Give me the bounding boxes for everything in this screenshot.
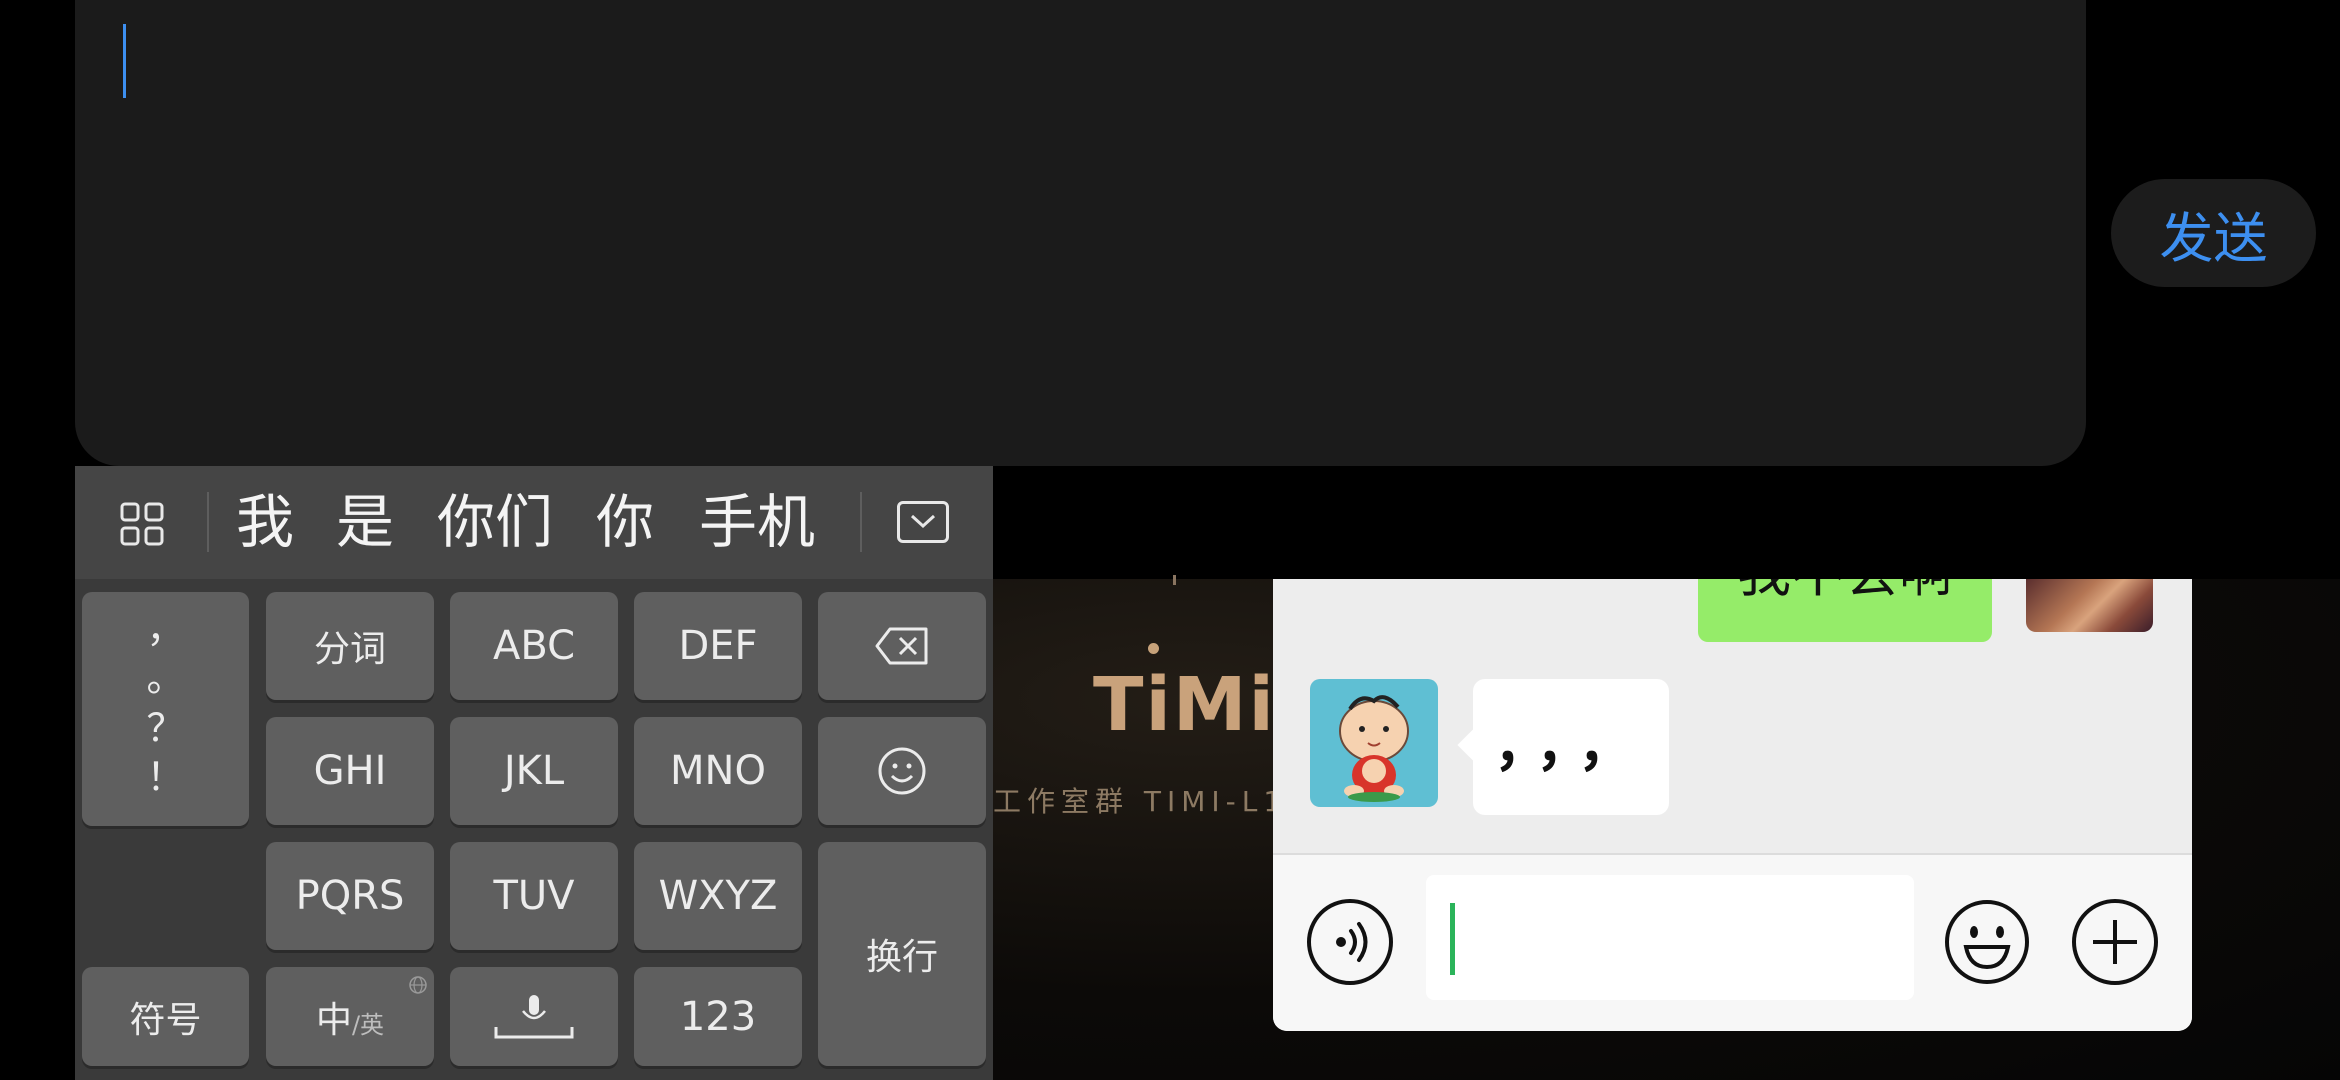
pqrs-key[interactable]: PQRS	[266, 842, 434, 950]
exclamation-char: ！	[146, 755, 185, 800]
candidate-bar: 我 是 你们 你 手机	[75, 466, 993, 579]
wxyz-key[interactable]: WXYZ	[634, 842, 802, 950]
message-input-area[interactable]	[75, 0, 2086, 466]
separator	[860, 492, 862, 552]
question-char: ？	[146, 705, 185, 750]
cartoon-baby-icon	[1339, 695, 1409, 802]
space-voice-key[interactable]	[450, 967, 618, 1066]
keyboard-collapse-icon	[910, 514, 936, 529]
logo-dot	[1148, 643, 1159, 654]
emoji-icon	[878, 747, 926, 795]
studio-subtitle: 工作室群 TIMI-L1	[993, 785, 1283, 818]
own-message-bubble[interactable]: 我不会啊	[1698, 579, 1992, 642]
studio-logo: TiMi	[1093, 662, 1276, 748]
text-caret	[1450, 903, 1455, 975]
smiley-icon	[1945, 900, 2029, 984]
candidate-word[interactable]: 是	[325, 466, 405, 579]
newline-key[interactable]: 换行	[818, 842, 986, 1066]
fenci-key[interactable]: 分词	[266, 592, 434, 700]
candidate-word[interactable]: 你们	[430, 466, 560, 579]
peer-message-bubble[interactable]: ，，，	[1473, 679, 1669, 815]
punctuation-key[interactable]: ， 。 ？ ！	[82, 592, 249, 826]
voice-icon	[1336, 922, 1368, 962]
plus-button[interactable]	[2072, 899, 2158, 985]
backspace-key[interactable]	[818, 592, 986, 700]
lang-alt-label: /英	[351, 1011, 385, 1039]
ghi-key[interactable]: GHI	[266, 717, 434, 825]
text-caret	[123, 24, 126, 98]
peer-avatar[interactable]	[1310, 679, 1438, 807]
period-char: 。	[146, 656, 185, 701]
lang-main-label: 中	[315, 999, 352, 1041]
peer-message-text: ，，，	[1494, 714, 1648, 779]
language-switch-key[interactable]: 中/英	[266, 967, 434, 1066]
keyboard: 我 是 你们 你 手机 ， 。 ？ ！ 符号 分词 ABC DEF GHI JK…	[75, 466, 993, 1080]
def-key[interactable]: DEF	[634, 592, 802, 700]
emoji-button[interactable]	[1944, 899, 2030, 985]
own-message-text: 我不会啊	[1698, 579, 1992, 613]
mno-key[interactable]: MNO	[634, 717, 802, 825]
keyboard-menu-button[interactable]	[119, 501, 165, 547]
chat-input-bar	[1273, 855, 2192, 1031]
candidate-word[interactable]: 你	[585, 466, 665, 579]
microphone-icon	[494, 994, 574, 1038]
emoji-key[interactable]	[818, 717, 986, 825]
candidate-word[interactable]: 我	[225, 466, 305, 579]
background-top-strip	[993, 466, 2340, 579]
own-avatar[interactable]	[2026, 579, 2153, 632]
comma-char: ，	[146, 606, 185, 651]
globe-icon	[409, 976, 427, 994]
candidate-word[interactable]: 手机	[692, 466, 822, 579]
numbers-key[interactable]: 123	[634, 967, 802, 1066]
symbols-key[interactable]: 符号	[82, 967, 249, 1066]
send-button[interactable]: 发送	[2111, 179, 2316, 287]
abc-key[interactable]: ABC	[450, 592, 618, 700]
jkl-key[interactable]: JKL	[450, 717, 618, 825]
plus-icon	[2093, 920, 2137, 964]
keyboard-collapse-button[interactable]	[897, 501, 949, 543]
grid-icon	[120, 502, 164, 546]
logo-mark	[1173, 575, 1176, 585]
tuv-key[interactable]: TUV	[450, 842, 618, 950]
chat-text-input[interactable]	[1426, 875, 1914, 1000]
backspace-icon	[875, 627, 928, 665]
chat-window: 我不会啊 ，，，	[1273, 579, 2192, 1031]
voice-button[interactable]	[1307, 899, 1393, 985]
separator	[207, 492, 209, 552]
